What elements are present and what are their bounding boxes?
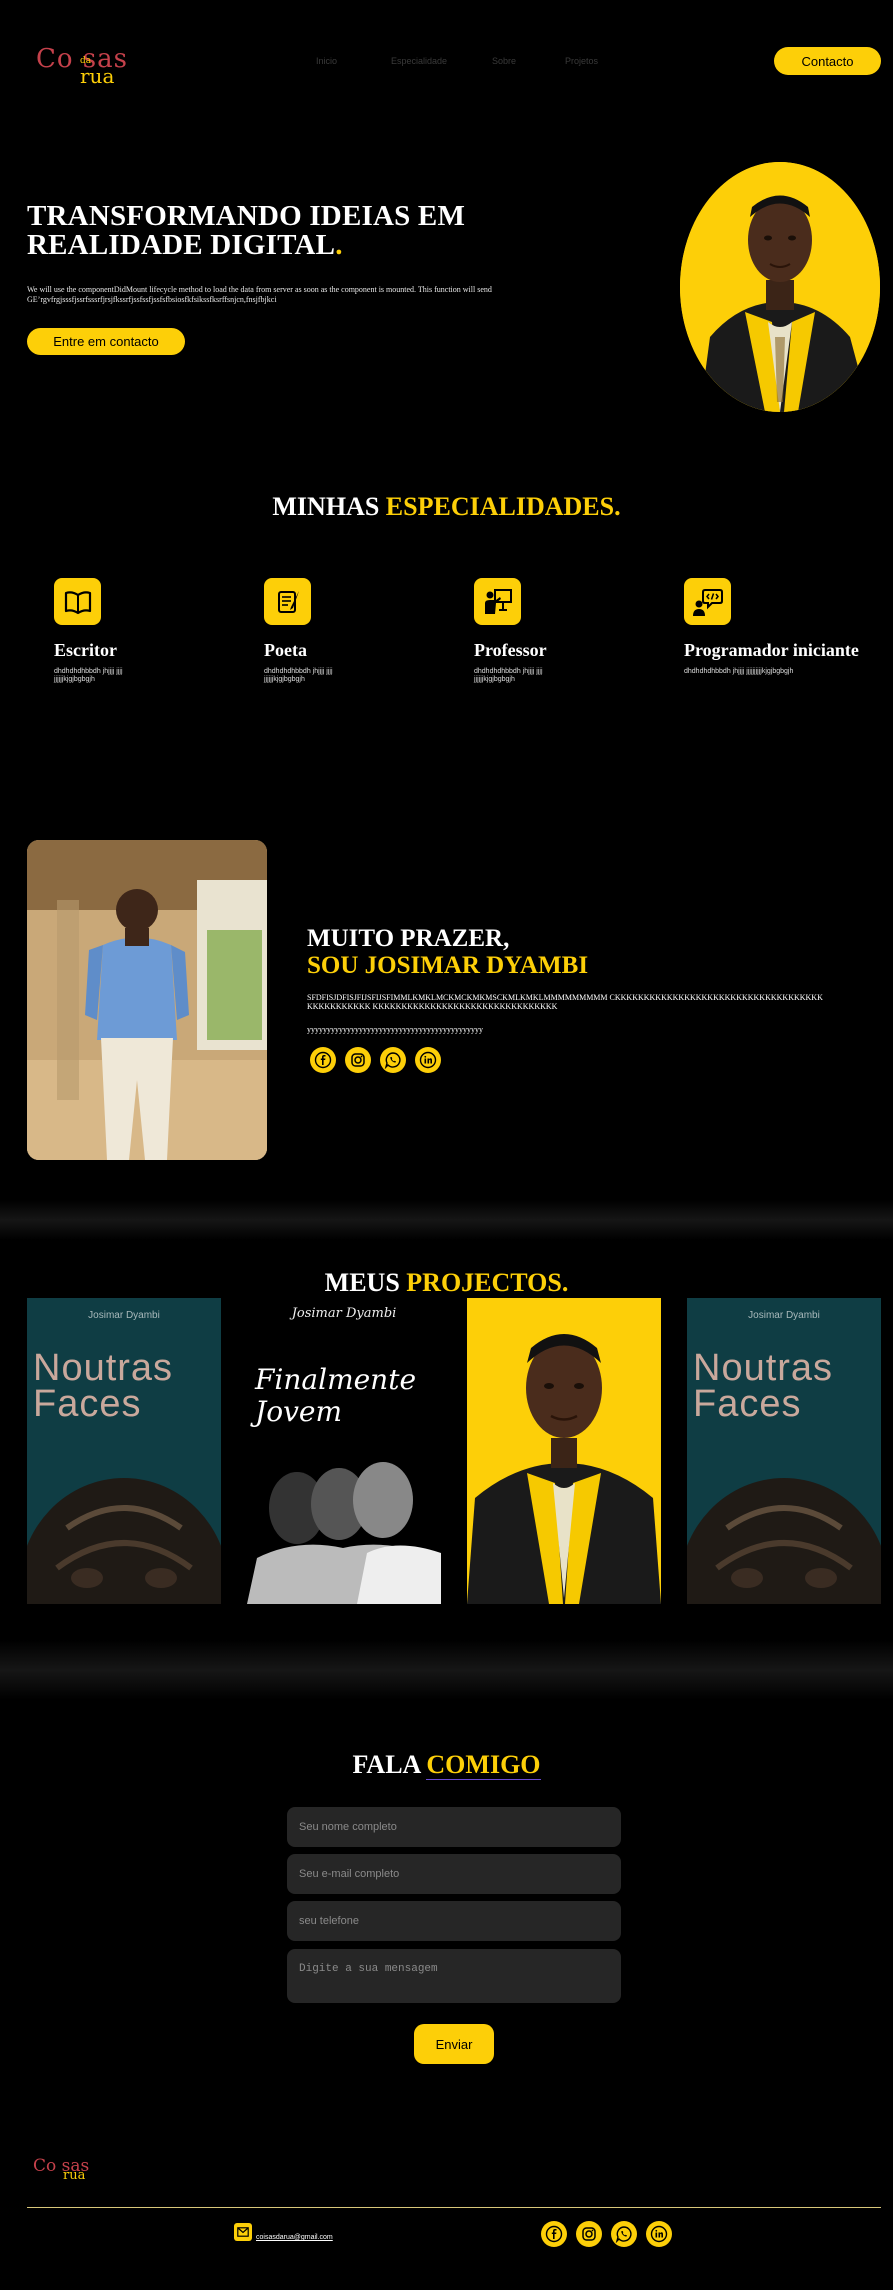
footer-social-links <box>541 2221 672 2247</box>
hero-title: TRANSFORMANDO IDEIAS EM REALIDADE DIGITA… <box>27 202 497 260</box>
footer-logo[interactable]: Co sas rua <box>33 2156 113 2186</box>
specialty-name: Professor <box>474 640 547 660</box>
specialty-desc: dhdhdhdhbbdh jhjjjj jjjjjjjjjjkjgjbgbgjh <box>54 668 123 683</box>
phone-field[interactable]: seu telefone <box>287 1901 621 1941</box>
specialty-card-programador: Programador iniciante dhdhdhdhbbdh jhjjj… <box>684 578 864 676</box>
project-author: Josimar Dyambi <box>748 1310 820 1321</box>
specialty-desc: dhdhdhdhbbdh jhjjjj jjjjjjjjjjkjgjbgbgjh <box>474 668 543 683</box>
hero-description: We will use the componentDidMount lifecy… <box>27 285 492 304</box>
about-photo <box>27 840 267 1160</box>
specialty-name: Poeta <box>264 640 307 660</box>
nav-especialidade[interactable]: Especialidade <box>391 56 447 66</box>
footer-logo-rua: rua <box>63 2168 86 2183</box>
specialty-card-poeta: Poeta dhdhdhdhbbdh jhjjjj jjjjjjjjjjkjgj… <box>264 578 444 684</box>
name-field[interactable]: Seu nome completo <box>287 1807 621 1847</box>
about-social-links <box>310 1047 441 1073</box>
coder-icon <box>684 578 731 625</box>
open-book-icon <box>54 578 101 625</box>
section-divider <box>0 1200 893 1240</box>
footer-divider <box>27 2207 881 2208</box>
linkedin-icon[interactable] <box>415 1047 441 1073</box>
project-cover-title: Noutras Faces <box>693 1347 834 1425</box>
projects-title: MEUS PROJECTOS. <box>324 1268 569 1297</box>
email-icon <box>234 2223 252 2241</box>
specialty-card-professor: Professor dhdhdhdhbbdh jhjjjj jjjjjjjjjj… <box>474 578 654 684</box>
whatsapp-icon[interactable] <box>380 1047 406 1073</box>
teacher-board-icon <box>474 578 521 625</box>
specialty-name: Programador iniciante <box>684 640 859 660</box>
project-author: Josimar Dyambi <box>291 1306 397 1321</box>
facebook-icon[interactable] <box>541 2221 567 2247</box>
about-title-line2: SOU JOSIMAR DYAMBI <box>307 952 589 979</box>
main-nav: Inicio Especialidade Sobre Projetos <box>0 56 893 70</box>
whatsapp-icon[interactable] <box>611 2221 637 2247</box>
project-card-finalmente-jovem[interactable]: Josimar Dyambi Finalmente Jovem <box>247 1298 441 1604</box>
about-text: SFDFISJDFISJFIJSFIJSFIMMLKMKLMCKMCKMKMSC… <box>307 993 823 1011</box>
instagram-icon[interactable] <box>345 1047 371 1073</box>
project-cover-title: Noutras Faces <box>33 1347 174 1425</box>
hero-title-line2: REALIDADE DIGITAL. <box>27 229 343 261</box>
email-field[interactable]: Seu e-mail completo <box>287 1854 621 1894</box>
footer-email-link[interactable]: coisasdarua@gmail.com <box>256 2234 333 2241</box>
section-divider <box>0 1640 893 1700</box>
instagram-icon[interactable] <box>576 2221 602 2247</box>
header: Co sas da rua Inicio Especialidade Sobre… <box>0 0 893 120</box>
hero-portrait-photo <box>680 162 880 412</box>
specialty-card-escritor: Escritor dhdhdhdhbbdh jhjjjj jjjjjjjjjjk… <box>54 578 234 684</box>
about-title-line1: MUITO PRAZER, <box>307 925 510 952</box>
project-card-portrait[interactable] <box>467 1298 661 1604</box>
linkedin-icon[interactable] <box>646 2221 672 2247</box>
facebook-icon[interactable] <box>310 1047 336 1073</box>
nav-inicio[interactable]: Inicio <box>316 56 337 66</box>
send-button[interactable]: Enviar <box>414 2024 494 2064</box>
specialty-name: Escritor <box>54 640 117 660</box>
specialty-desc: dhdhdhdhbbdh jhjjjj jjjjjjjjjjkjgjbgbgjh <box>684 668 794 675</box>
project-author: Josimar Dyambi <box>88 1310 160 1321</box>
nav-projetos[interactable]: Projetos <box>565 56 598 66</box>
nav-sobre[interactable]: Sobre <box>492 56 516 66</box>
project-card-noutras-faces[interactable]: Josimar Dyambi Noutras Faces <box>27 1298 221 1604</box>
specialties-title: MINHAS ESPECIALIDADES. <box>272 492 621 521</box>
hero-title-line1: TRANSFORMANDO IDEIAS EM <box>27 200 466 232</box>
quill-scroll-icon <box>264 578 311 625</box>
project-cover-title: Finalmente Jovem <box>255 1363 417 1428</box>
message-field[interactable]: Digite a sua mensagem <box>287 1949 621 2003</box>
contact-button[interactable]: Contacto <box>774 47 881 75</box>
about-text-secondary: yyyyyyyyyyyyyyyyyyyyyyyyyyyyyyyyyyyyyyyy… <box>307 1025 483 1034</box>
specialty-desc: dhdhdhdhbbdh jhjjjj jjjjjjjjjjkjgjbgbgjh <box>264 668 333 683</box>
hero-contact-button[interactable]: Entre em contacto <box>27 328 185 355</box>
about-title: MUITO PRAZER, SOU JOSIMAR DYAMBI <box>307 925 588 979</box>
project-card-noutras-faces-2[interactable]: Josimar Dyambi Noutras Faces <box>687 1298 881 1604</box>
contact-title: FALA COMIGO <box>352 1750 541 1780</box>
